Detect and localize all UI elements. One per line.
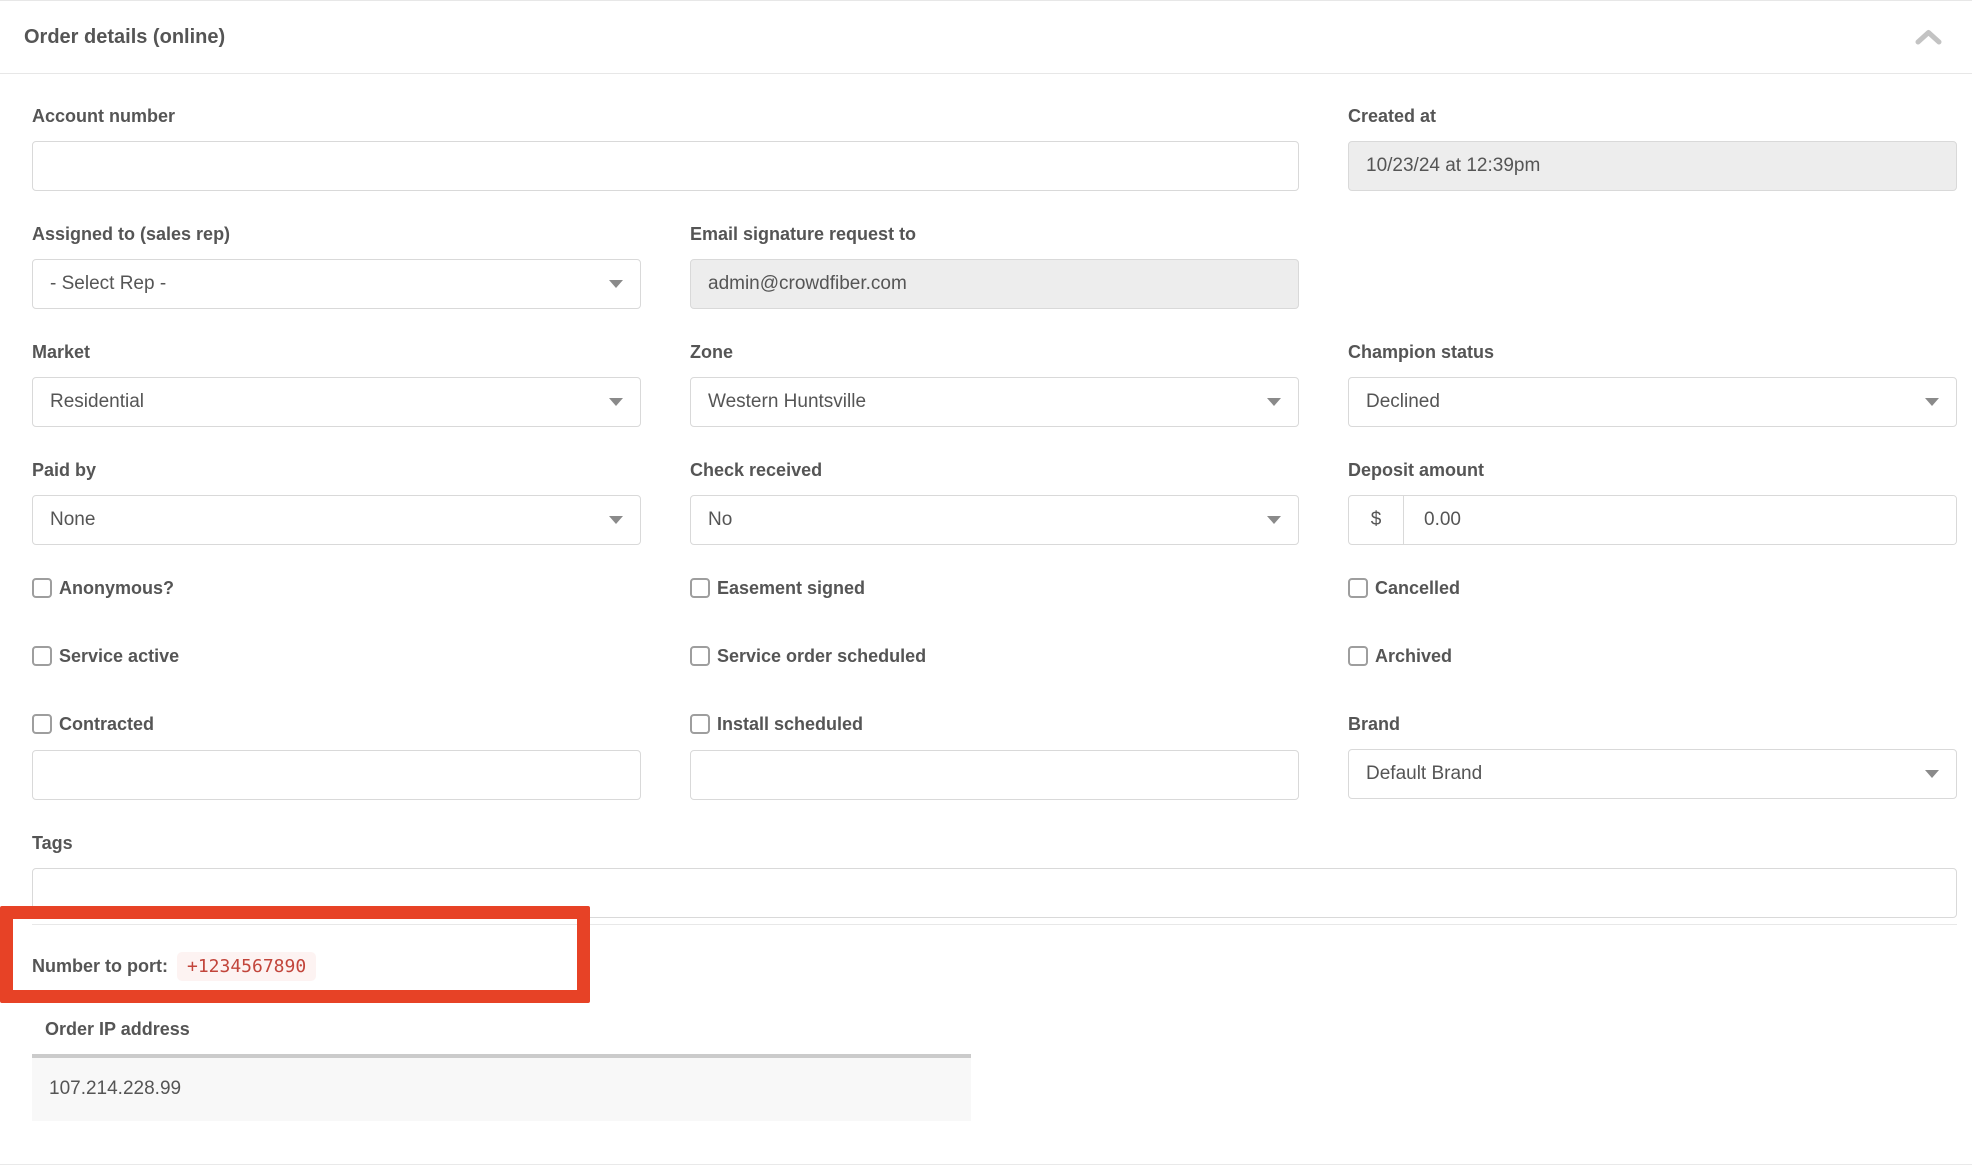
service-order-scheduled-row: Service order scheduled [690,644,1299,668]
check-received-group: Check received No [690,458,1299,545]
champion-status-label: Champion status [1348,340,1957,364]
check-received-label: Check received [690,458,1299,482]
created-at-field [1348,141,1957,191]
easement-signed-row: Easement signed [690,576,1299,600]
service-active-row: Service active [32,644,641,668]
cancelled-checkbox[interactable] [1348,578,1368,598]
brand-label: Brand [1348,712,1957,736]
anonymous-row: Anonymous? [32,576,641,600]
champion-status-select[interactable]: Declined [1348,377,1957,427]
paid-by-group: Paid by None [32,458,641,545]
assigned-to-select[interactable]: - Select Rep - [32,259,641,309]
account-number-label: Account number [32,104,1299,128]
panel-body: Account number Created at Assigned to (s… [0,74,1972,1121]
install-scheduled-label: Install scheduled [717,714,863,735]
checkbox-column-2: Easement signed Service order scheduled … [690,576,1299,800]
deposit-amount-input[interactable] [1404,496,1956,544]
paid-by-select[interactable]: None [32,495,641,545]
market-select[interactable]: Residential [32,377,641,427]
collapse-button[interactable] [1911,25,1946,49]
chevron-up-icon [1915,33,1942,48]
check-received-select[interactable]: No [690,495,1299,545]
service-active-label: Service active [59,646,179,667]
brand-group: Brand Default Brand [1348,712,1957,799]
account-number-input[interactable] [32,141,1299,191]
assigned-to-label: Assigned to (sales rep) [32,222,641,246]
order-ip-value: 107.214.228.99 [49,1078,181,1099]
order-ip-label: Order IP address [45,1017,1957,1041]
check-received-value: No [708,509,732,531]
email-signature-field [690,259,1299,309]
created-at-label: Created at [1348,104,1957,128]
currency-prefix: $ [1349,496,1404,544]
caret-down-icon [1925,398,1939,406]
market-label: Market [32,340,641,364]
service-order-scheduled-checkbox[interactable] [690,646,710,666]
install-scheduled-row: Install scheduled [690,712,1299,736]
email-signature-label: Email signature request to [690,222,1299,246]
archived-row: Archived [1348,644,1957,668]
cancelled-label: Cancelled [1375,578,1460,599]
caret-down-icon [609,280,623,288]
tags-label: Tags [32,831,1957,855]
paid-by-value: None [50,509,95,531]
market-group: Market Residential [32,340,641,427]
zone-select[interactable]: Western Huntsville [690,377,1299,427]
created-at-group: Created at [1348,104,1957,191]
tags-group: Tags [32,831,1957,918]
number-to-port-value: +1234567890 [177,952,316,981]
checkbox-column-3: Cancelled Archived Brand Default Brand [1348,576,1957,800]
panel-title: Order details (online) [24,26,225,49]
deposit-amount-group: Deposit amount $ [1348,458,1957,545]
service-active-checkbox[interactable] [32,646,52,666]
zone-value: Western Huntsville [708,391,866,413]
brand-select[interactable]: Default Brand [1348,749,1957,799]
brand-value: Default Brand [1366,763,1482,785]
caret-down-icon [1267,516,1281,524]
contracted-date-input[interactable] [32,750,641,800]
zone-label: Zone [690,340,1299,364]
cancelled-row: Cancelled [1348,576,1957,600]
archived-label: Archived [1375,646,1452,667]
caret-down-icon [609,516,623,524]
easement-signed-checkbox[interactable] [690,578,710,598]
archived-checkbox[interactable] [1348,646,1368,666]
panel-header: Order details (online) [0,1,1972,74]
anonymous-checkbox[interactable] [32,578,52,598]
easement-signed-label: Easement signed [717,578,865,599]
order-ip-section: Order IP address 107.214.228.99 [32,1017,1957,1121]
contracted-row: Contracted [32,712,641,736]
assigned-to-group: Assigned to (sales rep) - Select Rep - [32,222,641,309]
install-scheduled-checkbox[interactable] [690,714,710,734]
zone-group: Zone Western Huntsville [690,340,1299,427]
contracted-checkbox[interactable] [32,714,52,734]
email-signature-group: Email signature request to [690,222,1299,309]
order-ip-value-box: 107.214.228.99 [32,1054,971,1121]
account-number-group: Account number [32,104,1299,191]
service-order-scheduled-label: Service order scheduled [717,646,926,667]
caret-down-icon [609,398,623,406]
install-date-input[interactable] [690,750,1299,800]
number-to-port-section: Number to port: +1234567890 [32,925,1957,981]
caret-down-icon [1267,398,1281,406]
assigned-to-value: - Select Rep - [50,273,166,295]
number-to-port-label: Number to port: [32,956,168,977]
checkbox-column-1: Anonymous? Service active Contracted [32,576,641,800]
paid-by-label: Paid by [32,458,641,482]
market-value: Residential [50,391,144,413]
champion-status-value: Declined [1366,391,1440,413]
anonymous-label: Anonymous? [59,578,174,599]
tags-input[interactable] [32,868,1957,918]
number-to-port-line: Number to port: +1234567890 [32,952,1957,981]
contracted-label: Contracted [59,714,154,735]
deposit-amount-label: Deposit amount [1348,458,1957,482]
order-details-panel: Order details (online) Account number Cr… [0,0,1972,1168]
panel-bottom-border [0,1164,1972,1165]
caret-down-icon [1925,770,1939,778]
spacer [1348,222,1957,340]
champion-status-group: Champion status Declined [1348,340,1957,427]
